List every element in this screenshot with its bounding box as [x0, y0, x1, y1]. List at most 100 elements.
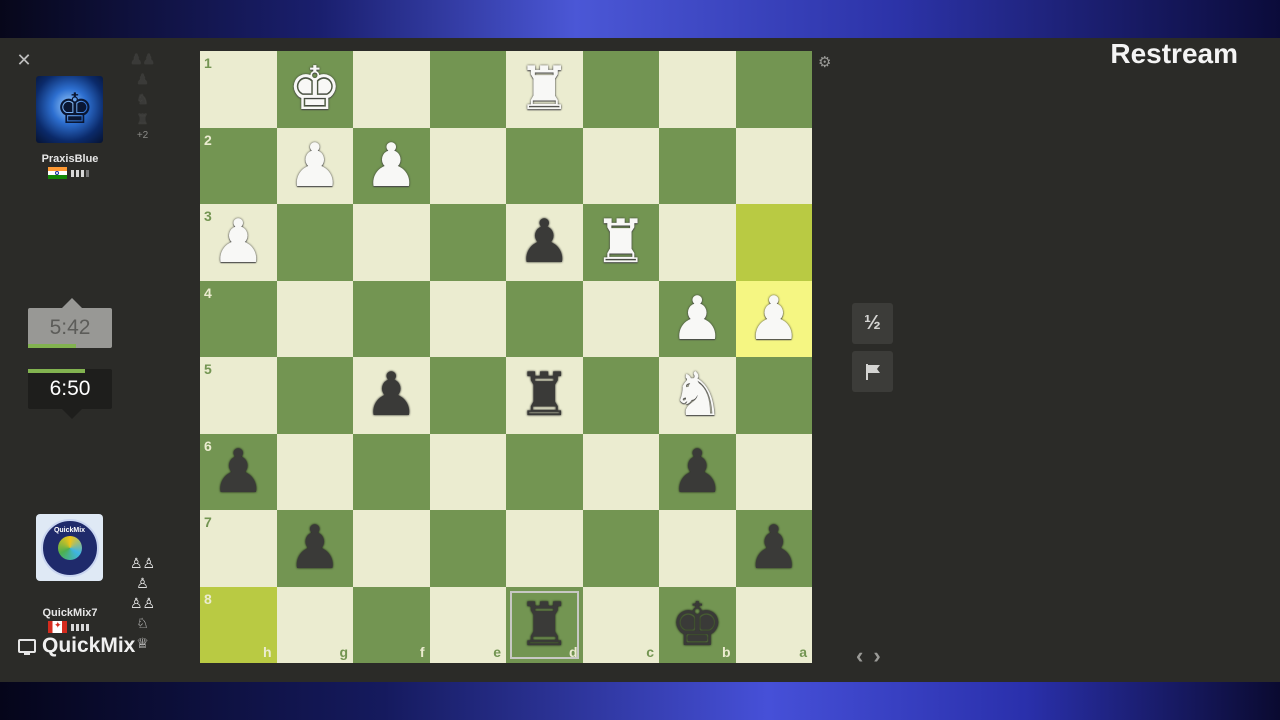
black-rook-icon[interactable]: ♜ [517, 365, 571, 425]
white-rook-icon[interactable]: ♜ [517, 59, 571, 119]
square-c2[interactable] [582, 127, 659, 204]
square-h8[interactable]: 8h [200, 586, 277, 663]
square-a1[interactable] [735, 51, 812, 128]
square-b4[interactable]: ♟ [659, 280, 736, 357]
opponent-clock-progress [28, 344, 76, 348]
square-f6[interactable] [353, 433, 430, 510]
previous-move-button[interactable]: ‹ [856, 643, 863, 669]
square-c7[interactable] [582, 510, 659, 587]
opponent-clock: 5:42 [28, 298, 112, 348]
square-e7[interactable] [429, 510, 506, 587]
square-f4[interactable] [353, 280, 430, 357]
square-c1[interactable] [582, 51, 659, 128]
square-d4[interactable] [506, 280, 583, 357]
square-b8[interactable]: b ♚ [659, 586, 736, 663]
next-move-button[interactable]: › [873, 643, 880, 669]
square-f2[interactable]: ♟ [353, 127, 430, 204]
square-e1[interactable] [429, 51, 506, 128]
square-g1[interactable]: ♚ [276, 51, 353, 128]
square-e8[interactable]: e [429, 586, 506, 663]
offer-draw-button[interactable]: ½ [852, 303, 893, 344]
gear-icon[interactable]: ⚙ [818, 53, 831, 71]
player-clock: 6:50 [28, 369, 112, 419]
black-pawn-icon[interactable]: ♟ [288, 518, 342, 578]
close-icon[interactable]: ✕ [16, 51, 32, 69]
square-d1[interactable]: ♜ [506, 51, 583, 128]
square-e6[interactable] [429, 433, 506, 510]
square-b5[interactable]: ♞ [659, 357, 736, 434]
square-d3[interactable]: ♟ [506, 204, 583, 281]
white-king-icon[interactable]: ♚ [288, 59, 342, 119]
square-d7[interactable] [506, 510, 583, 587]
black-pawn-icon[interactable]: ♟ [747, 518, 801, 578]
white-pawn-icon[interactable]: ♟ [670, 289, 724, 349]
file-label: f [419, 644, 425, 660]
square-a7[interactable]: ♟ [735, 510, 812, 587]
square-c6[interactable] [582, 433, 659, 510]
chess-board[interactable]: 1 ♚ ♜ 2 ♟ ♟ 3 ♟ ♟ ♜ 4 ♟ ♟ 5 ♟ ♜ ♞ 6 ♟ ♟ 7 ♟ ♟ 8 h g f e d ♜ c b ♚ a [200, 51, 812, 663]
square-g3[interactable] [276, 204, 353, 281]
resign-button[interactable] [852, 351, 893, 392]
flag-icon [865, 363, 880, 380]
square-f8[interactable]: f [353, 586, 430, 663]
white-pawn-icon[interactable]: ♟ [211, 212, 265, 272]
square-g8[interactable]: g [276, 586, 353, 663]
black-pawn-icon[interactable]: ♟ [517, 212, 571, 272]
square-g2[interactable]: ♟ [276, 127, 353, 204]
white-rook-icon[interactable]: ♜ [594, 212, 648, 272]
white-pawn-icon[interactable]: ♟ [747, 289, 801, 349]
black-pawn-icon[interactable]: ♟ [364, 365, 418, 425]
square-b7[interactable] [659, 510, 736, 587]
square-a5[interactable] [735, 357, 812, 434]
monitor-icon [18, 639, 36, 655]
square-d2[interactable] [506, 127, 583, 204]
square-e2[interactable] [429, 127, 506, 204]
player-name[interactable]: QuickMix7 [20, 607, 120, 619]
square-b3[interactable] [659, 204, 736, 281]
square-c3[interactable]: ♜ [582, 204, 659, 281]
square-b2[interactable] [659, 127, 736, 204]
white-knight-icon[interactable]: ♞ [670, 365, 724, 425]
square-h2[interactable]: 2 [200, 127, 277, 204]
square-d8[interactable]: d ♜ [506, 586, 583, 663]
captured-pawn-icon: ♙ [136, 575, 149, 591]
square-h5[interactable]: 5 [200, 357, 277, 434]
square-f1[interactable] [353, 51, 430, 128]
black-king-icon[interactable]: ♚ [670, 595, 724, 655]
square-f3[interactable] [353, 204, 430, 281]
square-c8[interactable]: c [582, 586, 659, 663]
square-h4[interactable]: 4 [200, 280, 277, 357]
bottom-video-band [0, 682, 1280, 720]
rank-label: 8 [204, 590, 212, 607]
square-g5[interactable] [276, 357, 353, 434]
square-f5[interactable]: ♟ [353, 357, 430, 434]
square-g6[interactable] [276, 433, 353, 510]
square-c4[interactable] [582, 280, 659, 357]
square-b6[interactable]: ♟ [659, 433, 736, 510]
square-g4[interactable] [276, 280, 353, 357]
square-e4[interactable] [429, 280, 506, 357]
square-d6[interactable] [506, 433, 583, 510]
square-a6[interactable] [735, 433, 812, 510]
square-a8[interactable]: a [735, 586, 812, 663]
square-e5[interactable] [429, 357, 506, 434]
square-c5[interactable] [582, 357, 659, 434]
square-d5[interactable]: ♜ [506, 357, 583, 434]
square-a2[interactable] [735, 127, 812, 204]
opponent-name[interactable]: PraxisBlue [20, 153, 120, 165]
square-h6[interactable]: 6 ♟ [200, 433, 277, 510]
square-b1[interactable] [659, 51, 736, 128]
square-h1[interactable]: 1 [200, 51, 277, 128]
white-pawn-icon[interactable]: ♟ [288, 136, 342, 196]
square-e3[interactable] [429, 204, 506, 281]
black-pawn-icon[interactable]: ♟ [211, 442, 265, 502]
white-pawn-icon[interactable]: ♟ [364, 136, 418, 196]
square-a4[interactable]: ♟ [735, 280, 812, 357]
black-pawn-icon[interactable]: ♟ [670, 442, 724, 502]
avatar-figure-icon: ♚ [56, 85, 94, 132]
square-h7[interactable]: 7 [200, 510, 277, 587]
square-g7[interactable]: ♟ [276, 510, 353, 587]
square-h3[interactable]: 3 ♟ [200, 204, 277, 281]
square-a3[interactable] [735, 204, 812, 281]
square-f7[interactable] [353, 510, 430, 587]
